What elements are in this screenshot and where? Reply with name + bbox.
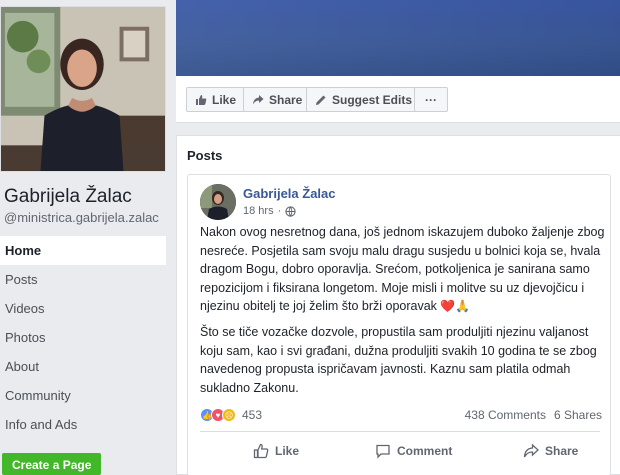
- post-timestamp[interactable]: 18 hrs: [243, 205, 274, 217]
- nav-item-community[interactable]: Community: [0, 381, 166, 410]
- post-paragraph-2: Što se tiče vozačke dozvole, propustila …: [200, 324, 597, 395]
- like-page-label: Like: [212, 92, 237, 107]
- share-arrow-icon: [253, 94, 264, 104]
- more-dots-icon: ···: [425, 92, 437, 107]
- avatar-image: [200, 184, 236, 220]
- page-nav: Home Posts Videos Photos About Community…: [0, 236, 166, 439]
- nav-item-photos[interactable]: Photos: [0, 323, 166, 352]
- share-page-label: Share: [269, 92, 303, 107]
- profile-photo-image: [1, 7, 165, 171]
- nav-item-videos[interactable]: Videos: [0, 294, 166, 323]
- page-action-bar: Like Share Suggest Edits ···: [176, 76, 620, 123]
- suggest-edits-label: Suggest Edits: [332, 92, 413, 107]
- engagement-counts: 438 Comments 6 Shares: [465, 408, 602, 422]
- share-page-button[interactable]: Share: [243, 87, 312, 112]
- nav-item-home[interactable]: Home: [0, 236, 166, 265]
- sad-reaction-icon: ☹: [222, 408, 236, 422]
- comments-count[interactable]: 438 Comments: [465, 408, 546, 422]
- heart-pray-emoji: ❤️🙏: [440, 299, 471, 314]
- post-comment-button[interactable]: Comment: [375, 443, 452, 459]
- reaction-count: 453: [242, 408, 263, 422]
- posts-heading: Posts: [187, 148, 223, 163]
- nav-item-posts[interactable]: Posts: [0, 265, 166, 294]
- post-author-avatar[interactable]: [200, 184, 236, 220]
- reactions-summary[interactable]: 👍 ♥ ☹ 453: [200, 408, 262, 422]
- suggest-edits-button[interactable]: Suggest Edits: [306, 87, 422, 112]
- shares-count[interactable]: 6 Shares: [554, 408, 602, 422]
- thumbs-up-outline-icon: [253, 443, 269, 459]
- globe-icon[interactable]: [285, 205, 296, 217]
- post-like-label: Like: [275, 444, 300, 458]
- nav-item-about[interactable]: About: [0, 352, 166, 381]
- share-arrow-outline-icon: [523, 443, 539, 458]
- more-options-button[interactable]: ···: [414, 87, 448, 112]
- page-name[interactable]: Gabrijela Žalac: [4, 186, 132, 208]
- post-card: Gabrijela Žalac 18 hrs · Nakon ovog nesr…: [187, 174, 611, 475]
- post-body: Nakon ovog nesretnog dana, još jednom is…: [200, 223, 608, 404]
- post-share-label: Share: [545, 444, 579, 458]
- create-page-button[interactable]: Create a Page: [2, 453, 102, 475]
- post-paragraph-1: Nakon ovog nesretnog dana, još jednom is…: [200, 223, 608, 316]
- post-share-button[interactable]: Share: [523, 443, 578, 459]
- post-paragraph-1-text: Nakon ovog nesretnog dana, još jednom is…: [200, 225, 605, 314]
- reaction-icons: 👍 ♥ ☹: [200, 408, 236, 422]
- like-page-button[interactable]: Like: [186, 87, 246, 112]
- comment-bubble-icon: [376, 444, 390, 459]
- left-column: Gabrijela Žalac @ministrica.gabrijela.za…: [0, 0, 172, 475]
- page-handle[interactable]: @ministrica.gabrijela.zalac: [4, 210, 159, 225]
- post-author-name[interactable]: Gabrijela Žalac: [243, 186, 336, 201]
- meta-separator: ·: [277, 205, 282, 217]
- pencil-icon: [316, 95, 326, 105]
- nav-item-info-and-ads[interactable]: Info and Ads: [0, 410, 166, 439]
- post-divider: [200, 431, 600, 432]
- profile-picture[interactable]: [0, 6, 166, 172]
- posts-panel: Posts Gabrijela Žalac 18 hrs · Nakon ovo…: [176, 135, 620, 475]
- thumbs-up-icon: [196, 94, 207, 105]
- post-comment-label: Comment: [397, 444, 453, 458]
- cover-overlay: [176, 0, 620, 76]
- post-meta: 18 hrs ·: [243, 205, 296, 217]
- post-like-button[interactable]: Like: [253, 443, 299, 459]
